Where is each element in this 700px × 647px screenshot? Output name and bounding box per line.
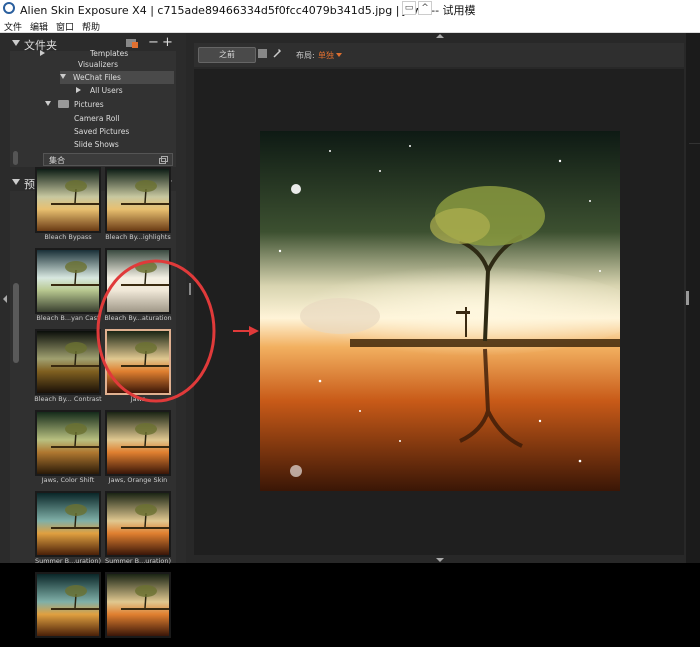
- collapse-icon[interactable]: [12, 179, 20, 185]
- preview-image[interactable]: [260, 131, 620, 491]
- preset-label: Summer B...uration): [104, 557, 172, 565]
- preset-label: Bleach By...aturation: [104, 314, 172, 322]
- preset-item[interactable]: Summer B...uration): [35, 491, 101, 566]
- presets-grid: Bleach Bypass Bleach By...ighlights Bleach…: [10, 167, 176, 638]
- folder-item-visualizers[interactable]: Visualizers: [10, 58, 176, 71]
- preset-thumbnail: [105, 572, 171, 638]
- preset-thumbnail: [35, 167, 101, 233]
- collection-window-icon[interactable]: [159, 156, 168, 164]
- before-button[interactable]: 之前: [198, 47, 256, 63]
- restore-window-button[interactable]: ▭: [402, 1, 416, 15]
- preset-item[interactable]: Summer B...uration): [105, 491, 171, 566]
- collection-bar[interactable]: 集合: [43, 153, 173, 166]
- folder-tree: Templates Visualizers WeChat Files All U…: [10, 49, 176, 167]
- preset-thumbnail: [35, 248, 101, 314]
- collapse-icon[interactable]: [12, 40, 20, 46]
- expanded-icon[interactable]: [60, 74, 66, 79]
- preset-thumbnail: [105, 329, 171, 395]
- folder-item-pictures[interactable]: Pictures: [10, 98, 176, 111]
- up-button[interactable]: ^: [418, 1, 432, 15]
- preset-thumbnail: [105, 167, 171, 233]
- preset-thumbnail: [35, 410, 101, 476]
- preset-thumbnail: [35, 329, 101, 395]
- left-panel: 文件夹 − + Templates Visualizers WeChat Fil…: [0, 33, 186, 638]
- title-bar: Alien Skin Exposure X4 | c715ade89466334…: [0, 0, 700, 18]
- preset-label: Bleach By...ighlights: [105, 233, 171, 241]
- folder-item-wechat-files[interactable]: WeChat Files: [60, 71, 174, 84]
- preset-thumbnail: [105, 248, 171, 314]
- preset-item[interactable]: Bleach By...aturation: [104, 248, 172, 323]
- sidebar-resize-handle[interactable]: [189, 283, 191, 295]
- folder-scrollbar[interactable]: [13, 151, 18, 165]
- view-toolbar: 之前 布局: 单独: [194, 43, 684, 67]
- image-canvas[interactable]: [194, 69, 684, 555]
- app-logo-icon: [3, 2, 15, 14]
- collapse-left-icon[interactable]: [3, 295, 7, 303]
- preset-item[interactable]: Jaws, Color Shift: [35, 410, 101, 485]
- preset-label: Bleach By... Contrast: [34, 395, 102, 403]
- preset-label: Bleach Bypass: [44, 233, 92, 241]
- preset-thumbnail: [105, 410, 171, 476]
- preset-item[interactable]: [105, 572, 171, 647]
- compare-square-icon[interactable]: [258, 49, 267, 58]
- preset-thumbnail: [105, 491, 171, 557]
- chevron-down-icon[interactable]: [336, 53, 342, 57]
- expand-icon[interactable]: [40, 50, 45, 56]
- preset-item[interactable]: Bleach Bypass: [35, 167, 101, 242]
- preset-item[interactable]: Bleach By...ighlights: [105, 167, 171, 242]
- preset-label: Jaws: [130, 395, 146, 403]
- preset-thumbnail: [35, 572, 101, 638]
- paint-brush-icon[interactable]: [272, 48, 282, 58]
- layout-label: 布局:: [296, 51, 315, 60]
- menu-file[interactable]: 文件: [4, 20, 22, 33]
- menu-help[interactable]: 帮助: [82, 20, 100, 33]
- menu-edit[interactable]: 编辑: [30, 20, 48, 33]
- collapse-top-icon[interactable]: [436, 34, 444, 38]
- preset-label: Jaws, Color Shift: [41, 476, 95, 484]
- preset-item[interactable]: Bleach By... Contrast: [34, 329, 102, 404]
- preset-label: Bleach B...yan Cast: [36, 314, 100, 322]
- expanded-icon[interactable]: [45, 101, 51, 106]
- layout-dropdown[interactable]: 单独: [318, 50, 334, 61]
- folder-icon: [58, 100, 69, 108]
- app-workspace: 文件夹 − + Templates Visualizers WeChat Fil…: [0, 33, 700, 638]
- folder-item-camera-roll[interactable]: Camera Roll: [10, 112, 176, 125]
- preset-label: Summer B...uration): [34, 557, 102, 565]
- preset-item[interactable]: [35, 572, 101, 647]
- preset-item[interactable]: Jaws, Orange Skin: [105, 410, 171, 485]
- preset-item[interactable]: Jaws: [105, 329, 171, 404]
- right-divider: [689, 143, 700, 144]
- folder-item-slide-shows[interactable]: Slide Shows: [10, 138, 176, 151]
- menu-bar: 文件 编辑 窗口 帮助: [0, 18, 700, 33]
- presets-scrollbar[interactable]: [13, 283, 19, 363]
- preset-thumbnail: [35, 491, 101, 557]
- folder-item-all-users[interactable]: All Users: [10, 84, 176, 97]
- collapse-bottom-icon[interactable]: [436, 558, 444, 562]
- expand-icon[interactable]: [76, 87, 81, 93]
- menu-window[interactable]: 窗口: [56, 20, 74, 33]
- preset-item[interactable]: Bleach B...yan Cast: [35, 248, 101, 323]
- right-panel-handle[interactable]: [686, 291, 689, 305]
- preset-label: Jaws, Orange Skin: [108, 476, 168, 484]
- folder-item-saved-pictures[interactable]: Saved Pictures: [10, 125, 176, 138]
